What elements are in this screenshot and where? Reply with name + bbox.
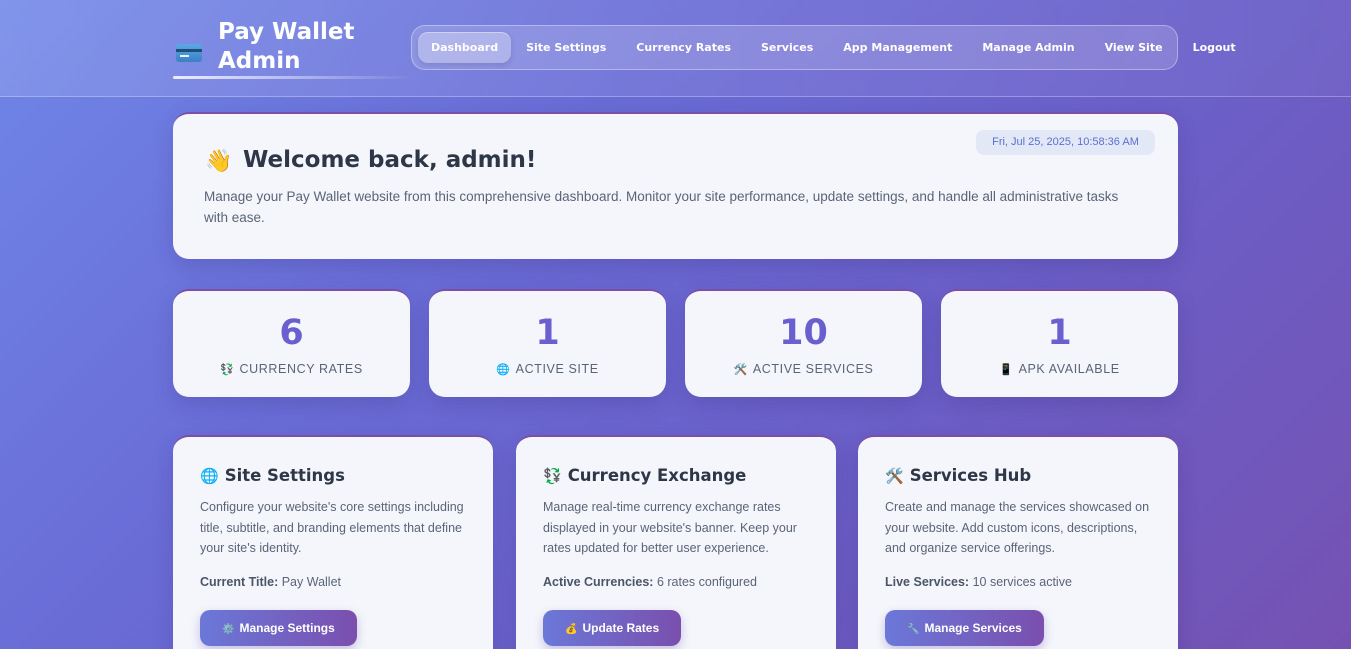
feature-card-services-hub: 🛠️ Services Hub Create and manage the ser… (858, 435, 1178, 649)
stat-label-text: ACTIVE SITE (515, 362, 599, 376)
currency-exchange-icon: 💱 (543, 467, 562, 485)
stat-label: 🛠️ ACTIVE SERVICES (685, 361, 922, 378)
tools-icon: 🛠️ (885, 467, 904, 485)
stat-label: 🌐 ACTIVE SITE (429, 361, 666, 378)
feature-meta: Current Title: Pay Wallet (200, 575, 341, 589)
credit-card-icon (176, 44, 202, 62)
feature-card-site-settings: 🌐 Site Settings Configure your website's … (173, 435, 493, 649)
nav-manage-admin[interactable]: Manage Admin (967, 32, 1089, 63)
manage-settings-button[interactable]: ⚙️ Manage Settings (200, 610, 357, 646)
feature-description: Create and manage the services showcased… (885, 500, 1150, 555)
welcome-heading: Welcome back, admin! (243, 147, 537, 173)
button-label: Manage Settings (239, 621, 335, 635)
nav-services[interactable]: Services (746, 32, 828, 63)
money-bag-icon: 💰 (565, 624, 578, 635)
stat-value: 1 (535, 313, 560, 353)
stat-label: 💱 CURRENCY RATES (173, 361, 410, 378)
brand[interactable]: Pay Wallet Admin (173, 18, 413, 82)
globe-icon: 🌐 (496, 364, 511, 376)
feature-description: Configure your website's core settings i… (200, 500, 464, 555)
button-label: Manage Services (924, 621, 1022, 635)
brand-underline (173, 76, 413, 79)
feature-title: 🌐 Site Settings (200, 465, 345, 487)
feature-title-text: Site Settings (224, 466, 345, 485)
stat-value: 10 (779, 313, 828, 353)
feature-title-text: Currency Exchange (567, 466, 747, 485)
stat-label-text: APK AVAILABLE (1018, 362, 1120, 376)
wrench-icon: 🔧 (907, 624, 920, 635)
nav-view-site[interactable]: View Site (1090, 32, 1178, 63)
mobile-phone-icon: 📱 (999, 364, 1014, 376)
gear-icon: ⚙️ (222, 624, 235, 635)
meta-value: 6 rates configured (653, 575, 758, 589)
feature-description: Manage real-time currency exchange rates… (543, 500, 797, 555)
stat-card-active-site: 1 🌐 ACTIVE SITE (429, 289, 666, 397)
tools-icon: 🛠️ (733, 364, 748, 376)
welcome-description: Manage your Pay Wallet website from this… (204, 189, 1119, 225)
meta-label: Current Title: (200, 575, 279, 589)
meta-value: Pay Wallet (278, 575, 342, 589)
button-label: Update Rates (582, 621, 660, 635)
nav-currency-rates[interactable]: Currency Rates (621, 32, 746, 63)
manage-services-button[interactable]: 🔧 Manage Services (885, 610, 1044, 646)
nav-logout[interactable]: Logout (1178, 32, 1251, 63)
stat-value: 6 (279, 313, 304, 353)
stat-card-apk-available: 1 📱 APK AVAILABLE (941, 289, 1178, 397)
stat-label: 📱 APK AVAILABLE (941, 361, 1178, 378)
globe-icon: 🌐 (200, 467, 219, 485)
stat-value: 1 (1047, 313, 1072, 353)
feature-meta: Active Currencies: 6 rates configured (543, 575, 757, 589)
top-header: Pay Wallet Admin Dashboard Site Settings… (0, 0, 1351, 97)
feature-title: 🛠️ Services Hub (885, 465, 1031, 487)
feature-meta: Live Services: 10 services active (885, 575, 1072, 589)
stat-card-currency-rates: 6 💱 CURRENCY RATES (173, 289, 410, 397)
welcome-panel: Fri, Jul 25, 2025, 10:58:36 AM 👋 Welcome… (173, 112, 1178, 259)
datetime-badge: Fri, Jul 25, 2025, 10:58:36 AM (976, 130, 1155, 155)
nav-site-settings[interactable]: Site Settings (511, 32, 621, 63)
nav-dashboard[interactable]: Dashboard (418, 32, 512, 63)
meta-label: Active Currencies: (543, 575, 654, 589)
feature-card-currency-exchange: 💱 Currency Exchange Manage real-time curr… (516, 435, 836, 649)
meta-value: 10 services active (969, 575, 1072, 589)
stat-label-text: CURRENCY RATES (239, 362, 363, 376)
meta-label: Live Services: (885, 575, 970, 589)
stat-label-text: ACTIVE SERVICES (752, 362, 874, 376)
brand-title: Pay Wallet Admin (218, 19, 355, 74)
feature-title-text: Services Hub (909, 466, 1032, 485)
stat-card-active-services: 10 🛠️ ACTIVE SERVICES (685, 289, 922, 397)
nav-app-management[interactable]: App Management (828, 32, 967, 63)
update-rates-button[interactable]: 💰 Update Rates (543, 610, 682, 646)
main-nav: Dashboard Site Settings Currency Rates S… (411, 25, 1236, 70)
feature-title: 💱 Currency Exchange (543, 465, 746, 487)
currency-exchange-icon: 💱 (220, 364, 235, 376)
waving-hand-icon: 👋 (205, 148, 233, 173)
